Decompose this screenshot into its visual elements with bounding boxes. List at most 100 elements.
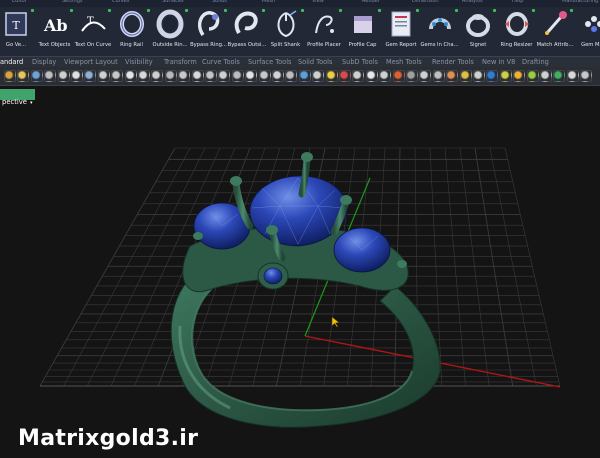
toolbar-tool-icon[interactable] [566, 70, 579, 82]
svg-text:T: T [12, 19, 20, 32]
prong-6-tip [397, 260, 407, 268]
toolbar-tool-icon[interactable] [178, 70, 191, 82]
toolbar-tool-icon[interactable] [432, 70, 445, 82]
toolbar-tool-icon[interactable] [71, 70, 83, 82]
menu-item[interactable]: Manufacturing [562, 0, 598, 4]
menu-item[interactable]: Render [362, 0, 380, 4]
toolbar-tool-icon[interactable] [231, 70, 244, 82]
toolbar-tool-icon[interactable] [499, 70, 512, 82]
toolbar-tool-icon[interactable] [258, 70, 271, 82]
tab-drafting[interactable]: Drafting [522, 58, 549, 66]
gem-map-icon [584, 16, 600, 32]
grid-line [444, 147, 466, 387]
toolbar-tool-icon[interactable] [205, 70, 217, 82]
perspective-viewport[interactable]: pective ▾ Matrixgold3.ir [0, 86, 600, 458]
toolbar-tool-icon[interactable] [4, 70, 16, 82]
menu-item[interactable]: Editor [12, 0, 27, 4]
ribbon-button-gem-map[interactable]: Gem Map [572, 7, 600, 55]
toolbar-tool-icon[interactable] [124, 70, 137, 82]
ribbon-toolbar: T Go Ve... Ab Text Objects T Text On Curve Rin… [0, 7, 600, 57]
menu-item[interactable]: Solids [212, 0, 227, 4]
tab-new-in-v8[interactable]: New in V8 [482, 58, 515, 66]
toolbar-tool-icon[interactable] [285, 70, 298, 82]
mouse-cursor [331, 316, 340, 328]
toolbar-tool-icon[interactable] [553, 70, 566, 82]
toolbar-tool-icon[interactable] [57, 70, 70, 82]
toolbar-tool-icon[interactable] [138, 70, 150, 82]
toolbar-tool-icon[interactable] [164, 70, 177, 82]
toolbar-tool-icon[interactable] [379, 70, 392, 82]
toolbar-tool-icon[interactable] [84, 70, 97, 82]
menu-item[interactable]: Analysis [462, 0, 483, 4]
menu-item[interactable]: Help [512, 0, 523, 4]
toolbar-tool-icon[interactable] [580, 70, 593, 82]
toolbar-tool-icon[interactable] [111, 70, 124, 82]
toolbar-tool-icon[interactable] [17, 70, 30, 82]
menu-item[interactable]: Surfaces [162, 0, 184, 4]
text-on-curve-icon: T [81, 16, 106, 32]
toolbar-tool-icon[interactable] [526, 70, 539, 82]
toolbar-tool-icon[interactable] [218, 70, 231, 82]
tab-subd-tools[interactable]: SubD Tools [342, 58, 378, 66]
svg-text:Ab: Ab [43, 16, 68, 35]
toolbar-tool-icon[interactable] [365, 70, 378, 82]
tab-transform[interactable]: Transform [164, 58, 197, 66]
toolbar-tool-icon[interactable] [459, 70, 472, 82]
toolbar-tool-icon[interactable] [272, 70, 284, 82]
grid-line [63, 147, 191, 387]
text-frame-icon: T [5, 12, 27, 36]
menu-item[interactable]: View [312, 0, 324, 4]
prong-1-tip [230, 176, 242, 186]
viewport-title-tab[interactable]: pective ▾ [0, 89, 35, 106]
tab-render-tools[interactable]: Render Tools [432, 58, 474, 66]
ring-rail-icon [119, 11, 144, 37]
toolbar-tool-icon[interactable] [406, 70, 418, 82]
grid-line [474, 147, 514, 387]
tab-viewport-layout[interactable]: Viewport Layout [64, 58, 118, 66]
menu-item[interactable]: Mesh [262, 0, 275, 4]
toolbar-tool-icon[interactable] [339, 70, 351, 82]
toolbar-tool-icon[interactable] [392, 70, 405, 82]
profile-placer-icon [315, 15, 334, 34]
ribbon-button-label: Gem Map [581, 42, 600, 48]
toolbar-tool-icon[interactable] [473, 70, 485, 82]
toolbar-tool-icon[interactable] [97, 70, 110, 82]
viewport-title: pective [2, 98, 27, 106]
menu-item[interactable]: Dimension [412, 0, 439, 4]
toolbar-tool-icon[interactable] [298, 70, 311, 82]
watermark-text: Matrixgold3.ir [18, 426, 199, 451]
toolbar-tool-icon[interactable] [312, 70, 325, 82]
toolbar-tool-icon[interactable] [486, 70, 499, 82]
svg-text:T: T [87, 16, 94, 27]
tab-visibility[interactable]: Visibility [125, 58, 153, 66]
toolbar-tool-icon[interactable] [30, 70, 43, 82]
chevron-down-icon[interactable]: ▾ [30, 100, 33, 106]
menu-item[interactable]: Curves [112, 0, 129, 4]
prong-3-tip [340, 195, 352, 205]
tab-solid-tools[interactable]: Solid Tools [298, 58, 332, 66]
toolbar-tool-icon[interactable] [325, 70, 338, 82]
toolbar-tool-icon[interactable] [191, 70, 204, 82]
grid-line [459, 147, 490, 387]
toolbar-tool-icon[interactable] [44, 70, 57, 82]
tab-surface-tools[interactable]: Surface Tools [248, 58, 291, 66]
tab-andard[interactable]: andard [0, 58, 23, 66]
bypass-outside-icon [234, 11, 258, 35]
ring-resizer-icon [504, 12, 529, 36]
toolbar-tool-icon[interactable] [513, 70, 526, 82]
tab-display[interactable]: Display [32, 58, 56, 66]
grid-line [39, 147, 176, 387]
tab-mesh-tools[interactable]: Mesh Tools [386, 58, 422, 66]
toolbar-tool-icon[interactable] [352, 70, 365, 82]
toolbar-tool-icon[interactable] [151, 70, 164, 82]
toolbar-tool-icon[interactable] [245, 70, 258, 82]
bypass-ring-icon [197, 11, 219, 36]
menu-item[interactable]: Settings [62, 0, 83, 4]
prong-5-tip [193, 232, 203, 240]
toolbar-tab-row: andard Display Viewport Layout Visibility Tr… [0, 57, 600, 67]
outside-ring-icon [156, 9, 184, 39]
tab-curve-tools[interactable]: Curve Tools [202, 58, 240, 66]
toolbar-tool-icon[interactable] [419, 70, 432, 82]
toolbar-tool-icon[interactable] [446, 70, 459, 82]
toolbar-tool-icon[interactable] [540, 70, 552, 82]
